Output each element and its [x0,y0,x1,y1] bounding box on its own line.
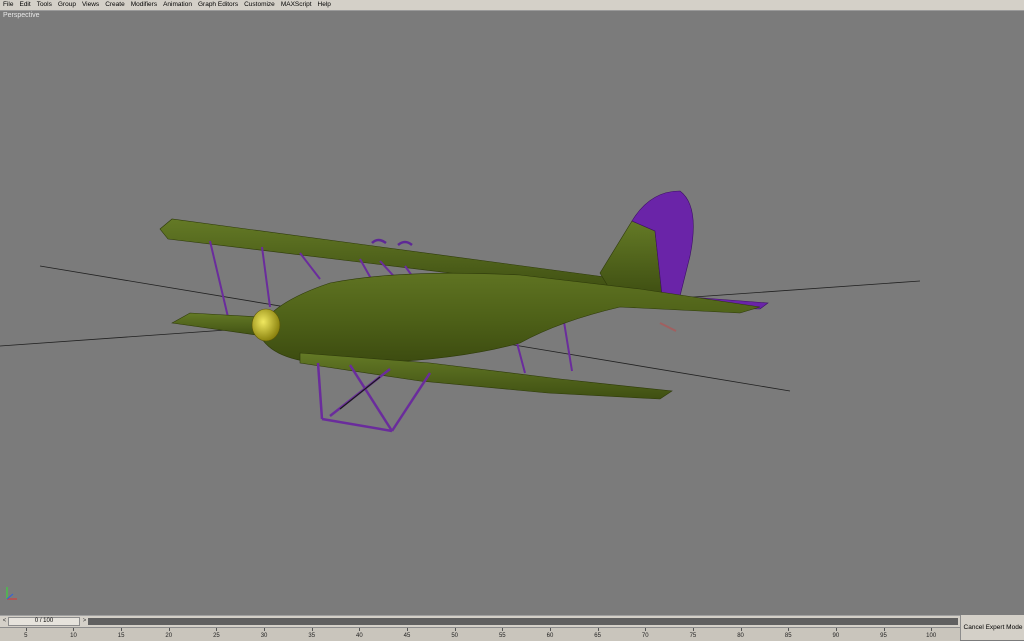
axis-tripod-icon [6,587,17,600]
ruler-tick-label: 15 [117,633,125,639]
menu-group[interactable]: Group [55,0,79,10]
ruler-tick-mark [264,628,266,631]
fuselage[interactable] [257,272,761,364]
ruler-tick-label: 75 [689,633,697,639]
menu-tools[interactable]: Tools [34,0,55,10]
tail-skid [659,322,677,332]
menu-modifiers[interactable]: Modifiers [128,0,160,10]
ruler-tick-mark [359,628,361,631]
ruler-tick-label: 60 [546,633,554,639]
cancel-expert-mode-button[interactable]: Cancel Expert Mode [960,615,1024,640]
time-prev-button[interactable]: < [1,617,8,626]
menu-edit[interactable]: Edit [16,0,33,10]
ruler-tick-label: 10 [70,633,77,639]
menu-maxscript[interactable]: MAXScript [278,0,315,10]
propeller-hub[interactable] [251,308,281,342]
timeline-ruler[interactable]: 5 10 15 20 25 30 35 40 45 50 55 60 65 70 75 80 85 90 95 100 [0,627,960,641]
ruler-tick-label: 85 [784,633,792,639]
ruler-tick-mark [883,628,885,631]
ruler-tick-mark [121,628,123,631]
perspective-viewport[interactable]: Perspective [0,11,1024,615]
ruler-tick-mark [216,628,218,631]
menu-views[interactable]: Views [79,0,102,10]
ruler-tick-label: 50 [451,633,459,639]
ruler-tick-mark [931,628,933,631]
ruler-tick-label: 20 [165,633,173,639]
menu-graph-editors[interactable]: Graph Editors [195,0,241,10]
ruler-tick-mark [788,628,790,631]
scene-canvas[interactable] [0,11,1024,615]
ruler-tick-label: 70 [641,633,649,639]
time-slider[interactable]: 0 / 100 [8,617,80,626]
ruler-tick-label: 45 [403,633,411,639]
ruler-tick-label: 40 [356,633,363,639]
ruler-tick-mark [692,628,694,631]
menu-create[interactable]: Create [102,0,128,10]
ruler-tick-label: 95 [880,633,887,639]
time-track[interactable] [88,618,958,625]
ruler-tick-label: 55 [498,633,506,639]
ruler-tick-label: 5 [24,633,28,639]
time-slider-label: 0 / 100 [34,618,54,624]
time-next-button[interactable]: > [81,617,88,626]
ruler-tick-mark [407,628,409,631]
ruler-tick-mark [740,628,742,631]
menu-customize[interactable]: Customize [241,0,278,10]
ruler-tick-mark [835,628,837,631]
ruler-tick-mark [311,628,313,631]
ruler-tick-mark [549,628,551,631]
time-slider-bar: < 0 / 100 > [0,615,960,627]
ruler-tick-label: 35 [308,633,316,639]
ruler-tick-label: 25 [213,633,220,639]
ruler-tick-label: 30 [260,633,268,639]
menu-bar: File Edit Tools Group Views Create Modifiers An… [0,0,1024,11]
ruler-tick-mark [645,628,647,631]
ruler-tick-label: 80 [737,633,744,639]
ruler-tick-mark [502,628,504,631]
ruler-tick-mark [597,628,599,631]
menu-file[interactable]: File [0,0,16,10]
cabane-struts[interactable] [371,238,413,246]
menu-animation[interactable]: Animation [160,0,195,10]
ruler-tick-mark [73,628,75,631]
menu-help[interactable]: Help [315,0,334,10]
ruler-tick-label: 100 [926,633,937,639]
ruler-tick-label: 65 [594,633,601,639]
ruler-tick-mark [25,628,27,631]
ruler-tick-label: 90 [832,633,840,639]
ruler-tick-mark [454,628,456,631]
tail-fin[interactable] [599,220,663,296]
ruler-tick-mark [168,628,170,631]
